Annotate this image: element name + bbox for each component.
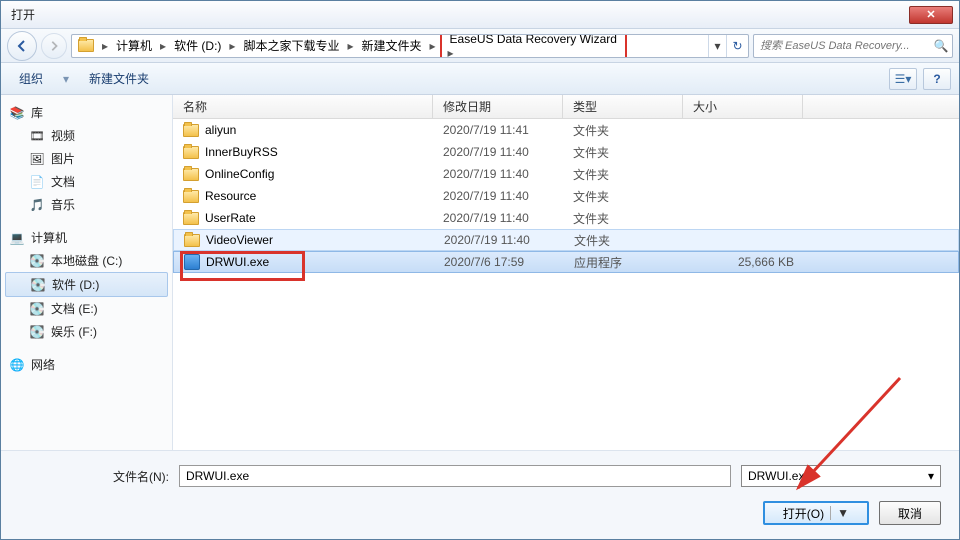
file-name: OnlineConfig: [205, 167, 274, 181]
file-row[interactable]: OnlineConfig 2020/7/19 11:40文件夹: [173, 163, 959, 185]
sidebar-item-pictures[interactable]: 🖼图片: [1, 147, 172, 170]
annotation-redbox-file: [180, 251, 305, 281]
col-type[interactable]: 类型: [563, 95, 683, 118]
window-title: 打开: [7, 6, 909, 23]
folder-icon: [183, 190, 199, 203]
file-type: 文件夹: [563, 188, 683, 205]
open-button[interactable]: 打开(O)▼: [763, 501, 869, 525]
view-options-button[interactable]: ☰▾: [889, 68, 917, 90]
file-row[interactable]: Resource 2020/7/19 11:40文件夹: [173, 185, 959, 207]
filename-label: 文件名(N):: [19, 468, 169, 485]
refresh-button[interactable]: ↻: [726, 35, 748, 57]
file-date: 2020/7/19 11:41: [433, 123, 563, 137]
breadcrumb-current-highlight: EaseUS Data Recovery Wizard ▸: [440, 34, 627, 58]
forward-button[interactable]: [41, 33, 67, 59]
sidebar: 📚库 🎞视频 🖼图片 📄文档 🎵音乐 💻计算机 💽本地磁盘 (C:) 💽软件 (…: [1, 95, 173, 450]
col-name[interactable]: 名称: [173, 95, 433, 118]
file-date: 2020/7/6 17:59: [434, 255, 564, 269]
file-row[interactable]: InnerBuyRSS 2020/7/19 11:40文件夹: [173, 141, 959, 163]
file-row[interactable]: UserRate 2020/7/19 11:40文件夹: [173, 207, 959, 229]
folder-icon: [183, 212, 199, 225]
breadcrumb[interactable]: 新建文件夹: [355, 35, 427, 57]
column-headers: 名称 修改日期 类型 大小: [173, 95, 959, 119]
organize-menu[interactable]: 组织: [9, 66, 53, 91]
filename-input[interactable]: [179, 465, 731, 487]
sidebar-item-video[interactable]: 🎞视频: [1, 124, 172, 147]
file-name: InnerBuyRSS: [205, 145, 278, 159]
file-type: 文件夹: [563, 144, 683, 161]
new-folder-button[interactable]: 新建文件夹: [79, 66, 159, 91]
body: 📚库 🎞视频 🖼图片 📄文档 🎵音乐 💻计算机 💽本地磁盘 (C:) 💽软件 (…: [1, 95, 959, 450]
file-date: 2020/7/19 11:40: [434, 233, 564, 247]
video-icon: 🎞: [29, 128, 45, 144]
file-type: 文件夹: [563, 122, 683, 139]
file-row[interactable]: aliyun 2020/7/19 11:41文件夹: [173, 119, 959, 141]
titlebar: 打开 ✕: [1, 1, 959, 29]
search-icon[interactable]: 🔍: [930, 39, 952, 53]
file-type: 文件夹: [563, 210, 683, 227]
file-type: 应用程序: [564, 254, 684, 271]
drive-icon: 💽: [29, 301, 45, 317]
file-name: VideoViewer: [206, 233, 273, 247]
search-input[interactable]: [754, 40, 930, 52]
folder-icon: [183, 124, 199, 137]
address-dropdown[interactable]: ▾: [708, 35, 726, 57]
sidebar-item-drive-d[interactable]: 💽软件 (D:): [5, 272, 168, 297]
sidebar-computer[interactable]: 💻计算机: [1, 226, 172, 249]
search-box[interactable]: 🔍: [753, 34, 953, 58]
file-type: 文件夹: [563, 166, 683, 183]
open-dialog: 打开 ✕ ▸ 计算机▸ 软件 (D:)▸ 脚本之家下载专业▸ 新建文件夹▸ Ea…: [0, 0, 960, 540]
col-size[interactable]: 大小: [683, 95, 803, 118]
file-size: 25,666 KB: [684, 255, 804, 269]
folder-icon: [76, 36, 96, 56]
filetype-dropdown[interactable]: DRWUI.exe▾: [741, 465, 941, 487]
sidebar-network[interactable]: 🌐网络: [1, 353, 172, 376]
navbar: ▸ 计算机▸ 软件 (D:)▸ 脚本之家下载专业▸ 新建文件夹▸ EaseUS …: [1, 29, 959, 63]
music-icon: 🎵: [29, 197, 45, 213]
chevron-down-icon: ▾: [928, 469, 934, 483]
folder-icon: [183, 146, 199, 159]
col-date[interactable]: 修改日期: [433, 95, 563, 118]
file-name: aliyun: [205, 123, 236, 137]
documents-icon: 📄: [29, 174, 45, 190]
sidebar-item-documents[interactable]: 📄文档: [1, 170, 172, 193]
file-rows: aliyun2020/7/19 11:41文件夹InnerBuyRSS2020/…: [173, 119, 959, 450]
breadcrumb[interactable]: 脚本之家下载专业: [237, 35, 345, 57]
address-bar[interactable]: ▸ 计算机▸ 软件 (D:)▸ 脚本之家下载专业▸ 新建文件夹▸ EaseUS …: [71, 34, 749, 58]
library-icon: 📚: [9, 105, 25, 121]
sidebar-library[interactable]: 📚库: [1, 101, 172, 124]
breadcrumb[interactable]: 软件 (D:): [168, 35, 227, 57]
network-icon: 🌐: [9, 357, 25, 373]
drive-icon: 💽: [29, 253, 45, 269]
drive-icon: 💽: [29, 324, 45, 340]
file-type: 文件夹: [564, 232, 684, 249]
sidebar-item-music[interactable]: 🎵音乐: [1, 193, 172, 216]
file-name: UserRate: [205, 211, 256, 225]
arrow-right-icon: [48, 40, 60, 52]
file-row[interactable]: VideoViewer 2020/7/19 11:40文件夹: [173, 229, 959, 251]
drive-icon: 💽: [30, 277, 46, 293]
file-date: 2020/7/19 11:40: [433, 167, 563, 181]
cancel-button[interactable]: 取消: [879, 501, 941, 525]
help-button[interactable]: ?: [923, 68, 951, 90]
computer-icon: 💻: [9, 230, 25, 246]
file-date: 2020/7/19 11:40: [433, 145, 563, 159]
breadcrumb[interactable]: EaseUS Data Recovery Wizard: [446, 34, 621, 46]
file-date: 2020/7/19 11:40: [433, 189, 563, 203]
sidebar-item-drive-c[interactable]: 💽本地磁盘 (C:): [1, 249, 172, 272]
folder-icon: [184, 234, 200, 247]
pictures-icon: 🖼: [29, 151, 45, 167]
close-button[interactable]: ✕: [909, 6, 953, 24]
back-button[interactable]: [7, 31, 37, 61]
file-date: 2020/7/19 11:40: [433, 211, 563, 225]
open-button-drop[interactable]: ▼: [830, 506, 849, 520]
folder-icon: [183, 168, 199, 181]
arrow-left-icon: [15, 39, 29, 53]
file-name: Resource: [205, 189, 256, 203]
toolbar: 组织 ▾ 新建文件夹 ☰▾ ?: [1, 63, 959, 95]
breadcrumb[interactable]: 计算机: [110, 35, 158, 57]
sidebar-item-drive-f[interactable]: 💽娱乐 (F:): [1, 320, 172, 343]
bottom-panel: 文件名(N): DRWUI.exe▾ 打开(O)▼ 取消: [1, 450, 959, 539]
sidebar-item-drive-e[interactable]: 💽文档 (E:): [1, 297, 172, 320]
